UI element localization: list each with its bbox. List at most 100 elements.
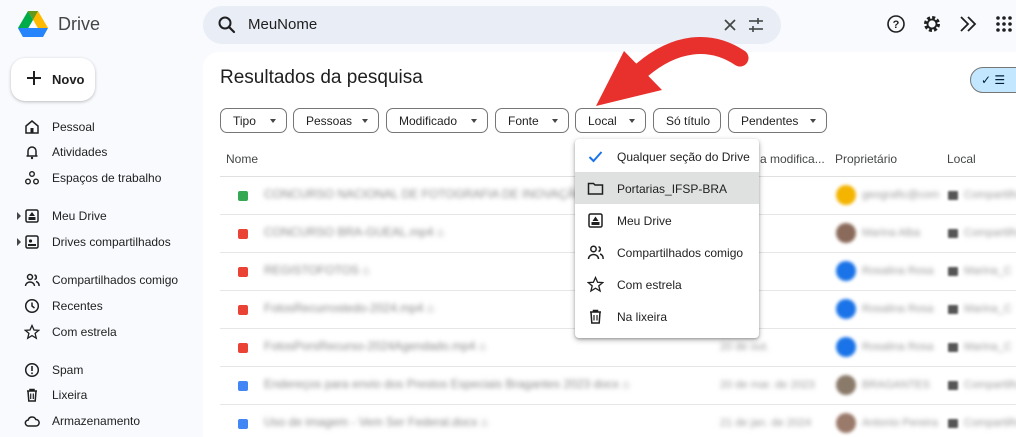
menu-item-com-estrela[interactable]: Com estrela xyxy=(575,268,759,300)
filter-label: Local xyxy=(588,113,617,128)
owner-avatar xyxy=(836,261,856,281)
sidebar-item-atividades[interactable]: Atividades xyxy=(0,140,200,164)
sidebar-item-pessoal[interactable]: Pessoal xyxy=(0,115,200,139)
file-type-icon xyxy=(238,229,248,239)
sidebar-item-label: Meu Drive xyxy=(52,209,107,223)
clear-search-icon[interactable] xyxy=(723,16,737,34)
settings-button[interactable] xyxy=(920,12,944,36)
sidebar-item-spam[interactable]: Spam xyxy=(0,358,200,382)
home-icon xyxy=(25,120,39,134)
file-name[interactable]: REGISTOFOTOS ⌂ xyxy=(264,263,370,277)
location-icon xyxy=(948,419,958,428)
menu-item-meu-drive[interactable]: Meu Drive xyxy=(575,204,759,236)
owner-name: geografic@com xyxy=(862,189,940,201)
column-header-name[interactable]: Nome xyxy=(226,152,258,166)
filter-modificado[interactable]: Modificado xyxy=(386,108,488,133)
view-toggle-button[interactable]: ✓ ☰ xyxy=(970,67,1016,93)
filter-so-titulo[interactable]: Só título xyxy=(653,108,721,133)
file-name[interactable]: Endereços para envio dos Prestos Especia… xyxy=(264,377,629,391)
gear-icon xyxy=(924,16,940,32)
filter-local[interactable]: Local xyxy=(575,108,646,133)
file-name[interactable]: FotosRecurrostedo-2024.mp4 ⌂ xyxy=(264,301,434,315)
sidebar-item-recentes[interactable]: Recentes xyxy=(0,294,200,318)
sidebar-item-label: Atividades xyxy=(52,145,108,159)
sidebar-item-label: Espaços de trabalho xyxy=(52,171,162,185)
file-name[interactable]: FotosPorsRecurso-2024Agendado.mp4 ⌂ xyxy=(264,339,486,353)
menu-item-qualquer-secao[interactable]: Qualquer seção do Drive xyxy=(575,140,759,172)
filter-pessoas[interactable]: Pessoas xyxy=(293,108,379,133)
owner-avatar xyxy=(836,337,856,357)
file-type-icon xyxy=(238,305,248,315)
owner-name: Marina Alba xyxy=(862,227,921,239)
sidebar-item-lixeira[interactable]: Lixeira xyxy=(0,383,200,407)
trash-icon xyxy=(27,388,37,402)
apps-button[interactable] xyxy=(992,12,1016,36)
filter-tipo[interactable]: Tipo xyxy=(220,108,287,133)
new-button[interactable]: Novo xyxy=(11,58,95,101)
dropdown-arrow-icon xyxy=(270,119,276,123)
filter-pendentes[interactable]: Pendentes xyxy=(728,108,827,133)
search-input[interactable]: MeuNome xyxy=(248,16,317,33)
table-row[interactable]: Endereços para envio dos Prestos Especia… xyxy=(220,367,1016,405)
dropdown-arrow-icon xyxy=(629,119,635,123)
file-location: Marina_C xyxy=(964,303,1012,315)
menu-item-portarias[interactable]: Portarias_IFSP-BRA xyxy=(575,172,759,204)
star-icon xyxy=(24,324,40,340)
shared-drives-icon xyxy=(25,235,39,249)
file-type-icon xyxy=(238,381,248,391)
file-name[interactable]: CONCURSO BRA-GUEAL.mp4 ⌂ xyxy=(264,225,444,239)
file-type-icon xyxy=(238,419,248,429)
location-icon xyxy=(948,267,958,276)
sidebar-item-espacos[interactable]: Espaços de trabalho xyxy=(0,166,200,190)
file-name[interactable]: CONCURSO NACIONAL DE FOTOGRAFIA DE INOVA… xyxy=(264,187,595,201)
drive-logo[interactable]: Drive xyxy=(18,11,100,38)
plus-icon xyxy=(27,71,41,85)
filter-label: Pendentes xyxy=(741,113,799,128)
menu-item-na-lixeira[interactable]: Na lixeira xyxy=(575,300,759,332)
column-header-modified[interactable]: a modifica... xyxy=(760,152,825,166)
filter-fonte[interactable]: Fonte xyxy=(495,108,569,133)
sidebar-item-meu-drive[interactable]: Meu Drive xyxy=(0,204,200,228)
sidebar-item-label: Drives compartilhados xyxy=(52,235,171,249)
filter-label: Pessoas xyxy=(306,113,353,128)
dropdown-arrow-icon xyxy=(810,119,816,123)
table-row[interactable]: Uso de imagem - Vem Ser Federal.docx ⌂ 21… xyxy=(220,405,1016,437)
sidebar-item-label: Recentes xyxy=(52,299,103,313)
search-bar[interactable]: MeuNome xyxy=(203,6,781,44)
column-header-location[interactable]: Local xyxy=(947,152,976,166)
sidebar-item-label: Compartilhados comigo xyxy=(52,273,179,287)
sidebar-item-armazenamento[interactable]: Armazenamento xyxy=(0,409,200,433)
help-icon: ? xyxy=(887,15,905,33)
file-type-icon xyxy=(238,343,248,353)
sidebar-item-label: Pessoal xyxy=(52,120,95,134)
expand-caret-icon[interactable] xyxy=(17,238,21,246)
people-icon xyxy=(24,273,40,287)
location-icon xyxy=(948,229,958,238)
sidebar-item-compartilhados-comigo[interactable]: Compartilhados comigo xyxy=(0,268,200,292)
menu-item-label: Qualquer seção do Drive xyxy=(617,150,750,164)
help-button[interactable]: ? xyxy=(884,12,908,36)
top-right-actions: ? xyxy=(884,12,1016,36)
file-name[interactable]: Uso de imagem - Vem Ser Federal.docx ⌂ xyxy=(264,415,488,429)
menu-item-label: Meu Drive xyxy=(617,214,672,228)
menu-item-compartilhados-comigo[interactable]: Compartilhados comigo xyxy=(575,236,759,268)
file-modified-date: 20 de mar. de 2023 xyxy=(720,379,815,391)
file-type-icon xyxy=(238,267,248,277)
file-location: Compartilhados xyxy=(964,189,1016,201)
search-options-icon[interactable] xyxy=(747,16,765,34)
app-name: Drive xyxy=(58,14,101,34)
sidebar-item-com-estrela[interactable]: Com estrela xyxy=(0,320,200,344)
sidebar-item-label: Com estrela xyxy=(52,325,117,339)
search-icon[interactable] xyxy=(217,15,237,35)
list-view-icon: ✓ ☰ xyxy=(981,73,1006,87)
apps-grid-icon xyxy=(996,16,1012,32)
owner-avatar xyxy=(836,375,856,395)
menu-item-label: Portarias_IFSP-BRA xyxy=(617,182,728,196)
column-header-owner[interactable]: Proprietário xyxy=(835,152,897,166)
svg-text:?: ? xyxy=(893,19,900,31)
menu-item-label: Compartilhados comigo xyxy=(617,246,744,260)
file-modified-date: 21 de jan. de 2024 xyxy=(720,417,812,429)
gemini-button[interactable] xyxy=(956,12,980,36)
sidebar-item-drives-compartilhados[interactable]: Drives compartilhados xyxy=(0,230,200,254)
expand-caret-icon[interactable] xyxy=(17,212,21,220)
